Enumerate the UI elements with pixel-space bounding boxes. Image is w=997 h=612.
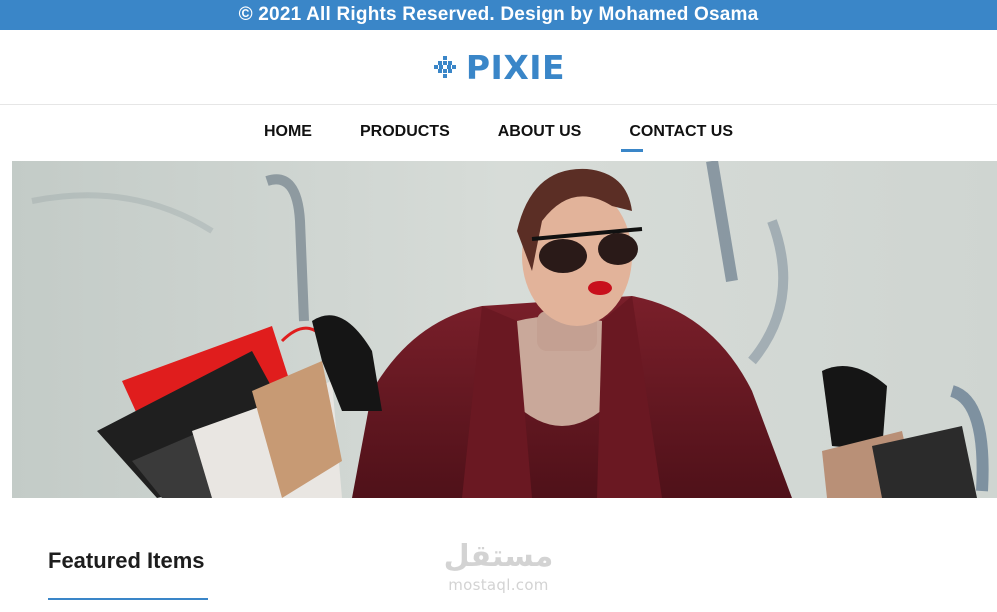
watermark-arabic: مستقل [443, 539, 554, 574]
copyright-text: © 2021 All Rights Reserved. Design by Mo… [238, 4, 759, 25]
nav-item-about-us[interactable]: ABOUT US [498, 105, 582, 161]
hero-banner [12, 161, 997, 498]
featured-underline [48, 598, 208, 600]
featured-section: Featured Items [48, 548, 205, 574]
featured-title: Featured Items [48, 548, 205, 573]
site-logo[interactable]: PIXIE [432, 48, 565, 87]
nav-item-home[interactable]: HOME [264, 105, 312, 161]
watermark-latin: mostaql.com [448, 576, 549, 594]
nav-item-contact-us[interactable]: CONTACT US [621, 105, 733, 161]
brand-name: PIXIE [465, 47, 566, 87]
copyright-bar: © 2021 All Rights Reserved. Design by Mo… [0, 0, 997, 30]
logo-diamond-icon [433, 56, 456, 78]
watermark-logo: مستقل mostaql.com [436, 538, 561, 602]
header: PIXIE [0, 30, 997, 105]
nav-item-products[interactable]: PRODUCTS [360, 105, 450, 161]
main-nav: HOME PRODUCTS ABOUT US CONTACT US [0, 105, 997, 161]
hero-image [12, 161, 997, 498]
